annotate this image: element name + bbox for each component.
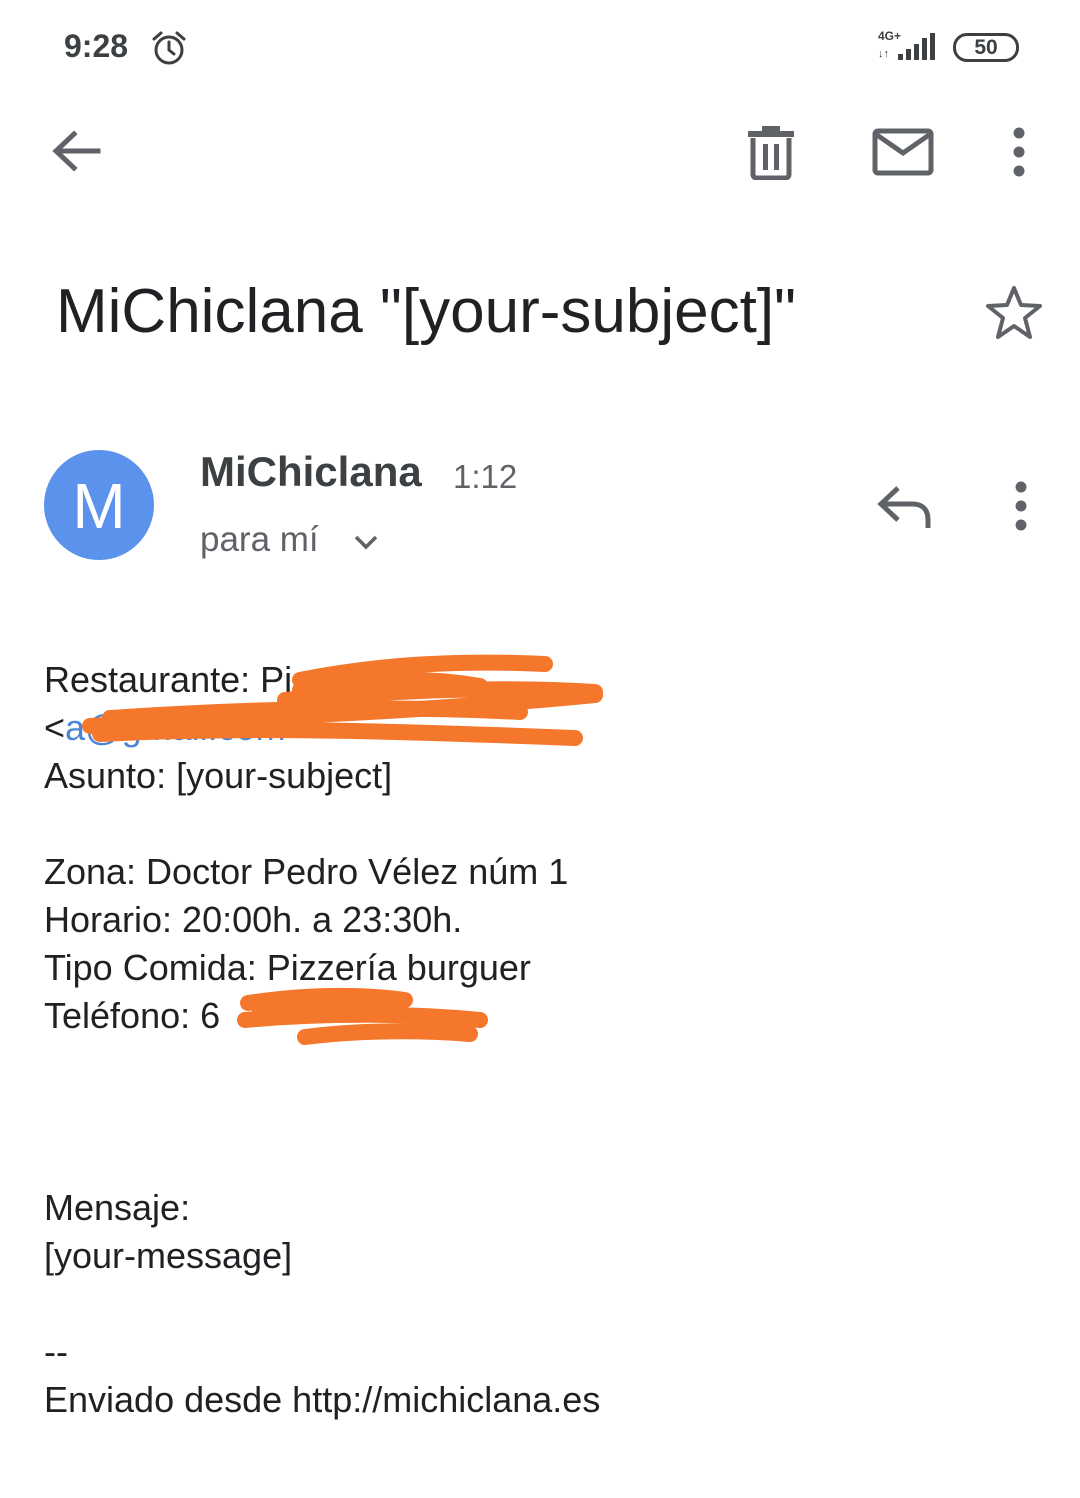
- email-address-line: <a@gmail.com>: [44, 704, 1034, 752]
- subject-line: Asunto: [your-subject]: [44, 755, 393, 796]
- chevron-down-icon[interactable]: [352, 528, 380, 556]
- food-type-line: Tipo Comida: Pizzería burguer: [44, 947, 531, 988]
- network-arrows: ↓↑: [878, 48, 889, 60]
- message-text: [your-message]: [44, 1235, 293, 1276]
- battery-level: 50: [974, 36, 998, 59]
- email-subject: MiChiclana "[your-subject]": [56, 277, 797, 346]
- mail-icon[interactable]: [872, 127, 934, 177]
- signal-bars-icon: [898, 33, 935, 60]
- email-bracket-close: >: [285, 707, 307, 748]
- email-link[interactable]: a@gmail.com: [65, 707, 286, 748]
- footer-line: Enviado desde http://michiclana.es: [44, 1379, 601, 1420]
- sender-name[interactable]: MiChiclana: [200, 448, 422, 496]
- status-bar: 9:28 4G+ ↓↑ 50: [0, 0, 1080, 95]
- zone-line: Zona: Doctor Pedro Vélez núm 1: [44, 851, 569, 892]
- trash-icon[interactable]: [746, 124, 796, 180]
- more-vertical-icon[interactable]: [1000, 126, 1038, 178]
- star-icon[interactable]: [984, 284, 1044, 342]
- reply-icon[interactable]: [876, 482, 934, 530]
- restaurant-line: Restaurante: Pi: [44, 659, 293, 700]
- sender-avatar[interactable]: M: [44, 450, 154, 560]
- status-time: 9:28: [64, 28, 129, 64]
- phone-line: Teléfono: 6: [44, 995, 221, 1036]
- alarm-clock-icon: [152, 31, 186, 65]
- email-time: 1:12: [453, 458, 518, 495]
- back-arrow-icon[interactable]: [48, 126, 104, 176]
- email-bracket-open: <: [44, 707, 66, 748]
- message-label: Mensaje:: [44, 1187, 191, 1228]
- hours-line: Horario: 20:00h. a 23:30h.: [44, 899, 463, 940]
- email-body: Restaurante: Pi <a@gmail.com> Asunto: [y…: [44, 656, 1034, 1424]
- more-vertical-icon[interactable]: [1002, 480, 1040, 532]
- signature-separator: --: [44, 1331, 68, 1372]
- recipient-label[interactable]: para mí: [200, 520, 319, 560]
- battery-indicator: 50: [953, 33, 1019, 62]
